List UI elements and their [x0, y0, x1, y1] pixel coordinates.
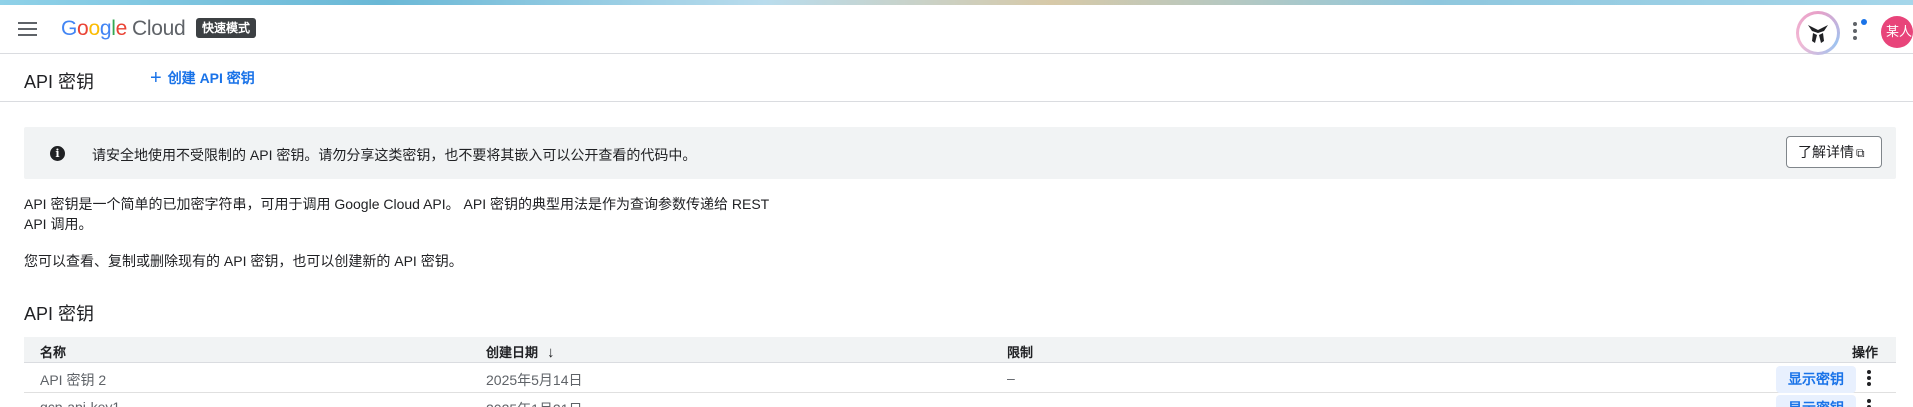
hamburger-menu-icon[interactable] — [18, 21, 38, 37]
more-vert-icon[interactable] — [1864, 397, 1874, 407]
show-key-button[interactable]: 显示密钥 — [1776, 366, 1856, 393]
more-vert-icon[interactable] — [1864, 368, 1874, 388]
security-banner: i 请安全地使用不受限制的 API 密钥。请勿分享这类密钥，也不要将其嵌入可以公… — [24, 127, 1896, 179]
plus-icon: + — [150, 67, 162, 89]
show-key-button[interactable]: 显示密钥 — [1776, 395, 1856, 407]
table-row: API 密钥 2 2025年5月14日 – 显示密钥 — [24, 364, 1896, 393]
page-toolbar: API 密钥 + 创建 API 密钥 — [0, 54, 1913, 102]
app-header: Google Cloud 快速模式 某人 — [0, 5, 1913, 55]
external-link-icon: ⧉ — [1856, 146, 1865, 160]
arrow-down-icon: ↓ — [547, 344, 555, 361]
express-mode-badge: 快速模式 — [196, 18, 257, 38]
create-api-key-label: 创建 API 密钥 — [167, 70, 255, 86]
column-header-name[interactable]: 名称 — [40, 342, 66, 361]
table-header: 名称 创建日期 ↓ 限制 操作 — [24, 337, 1896, 363]
gemini-button[interactable] — [1796, 11, 1840, 55]
description-paragraph: API 密钥是一个简单的已加密字符串，可用于调用 Google Cloud AP… — [24, 196, 769, 232]
column-header-created[interactable]: 创建日期 ↓ — [486, 342, 555, 361]
key-name[interactable]: API 密钥 2 — [40, 370, 106, 390]
restrictions-value: – — [1007, 370, 1015, 386]
banner-text: 请安全地使用不受限制的 API 密钥。请勿分享这类密钥，也不要将其嵌入可以公开查… — [92, 147, 697, 163]
column-header-restrictions[interactable]: 限制 — [1007, 342, 1033, 361]
google-cloud-logo[interactable]: Google Cloud — [61, 17, 186, 41]
table-row: gcp-api-key1 2025年1月21日 显示密钥 — [24, 393, 1896, 407]
created-date: 2025年5月14日 — [486, 372, 583, 388]
api-keys-section-title: API 密钥 — [24, 304, 95, 324]
info-icon: i — [50, 146, 65, 161]
more-vert-icon[interactable] — [1850, 20, 1860, 42]
notification-dot — [1861, 19, 1867, 25]
description-paragraph-2: 您可以查看、复制或删除现有的 API 密钥，也可以创建新的 API 密钥。 — [24, 253, 463, 269]
gemini-spark-icon — [1808, 25, 1828, 43]
create-api-key-button[interactable]: + 创建 API 密钥 — [150, 67, 255, 89]
learn-more-button[interactable]: 了解详情 ⧉ — [1786, 136, 1882, 168]
key-name[interactable]: gcp-api-key1 — [40, 399, 120, 407]
page-title: API 密钥 — [24, 72, 95, 92]
created-date: 2025年1月21日 — [486, 399, 583, 407]
column-header-actions: 操作 — [1852, 345, 1879, 360]
learn-more-label: 了解详情 — [1798, 144, 1854, 160]
avatar[interactable]: 某人 — [1881, 16, 1913, 48]
